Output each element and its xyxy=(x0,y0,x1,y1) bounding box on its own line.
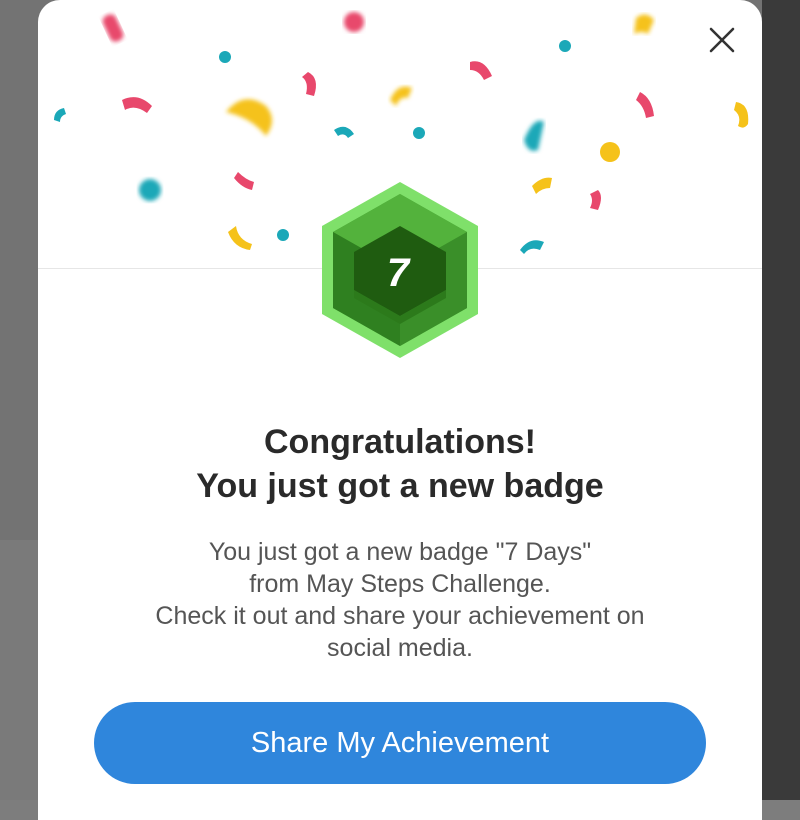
close-icon xyxy=(709,27,735,53)
backdrop-right xyxy=(762,0,800,800)
description-line: You just got a new badge "7 Days" xyxy=(208,538,592,566)
confetti-piece xyxy=(390,86,412,106)
description-line: Check it out and share your achievement … xyxy=(155,602,645,630)
dialog-title: Congratulations! You just got a new badg… xyxy=(38,420,762,508)
share-achievement-button[interactable]: Share My Achievement xyxy=(94,702,706,784)
confetti-piece xyxy=(302,72,316,96)
confetti-piece xyxy=(139,179,161,201)
confetti-piece xyxy=(277,229,289,241)
description-line: from May Steps Challenge. xyxy=(249,570,551,598)
confetti-piece xyxy=(470,61,492,80)
confetti-piece xyxy=(524,120,544,151)
confetti-piece xyxy=(413,127,425,139)
hexagon-badge-icon: 7 xyxy=(322,182,478,358)
confetti-piece xyxy=(734,102,749,128)
confetti-piece xyxy=(600,142,620,162)
confetti-piece xyxy=(54,108,66,122)
confetti-piece xyxy=(636,92,654,118)
confetti-piece xyxy=(590,190,601,210)
close-button[interactable] xyxy=(698,16,746,64)
badge-number: 7 xyxy=(387,251,411,295)
confetti-piece xyxy=(634,14,654,34)
confetti-piece xyxy=(226,99,272,136)
confetti-piece xyxy=(520,240,544,254)
confetti-piece xyxy=(532,177,552,194)
confetti-piece xyxy=(334,126,354,138)
confetti-piece xyxy=(228,226,252,250)
title-line-1: Congratulations! xyxy=(264,423,536,461)
description-line: social media. xyxy=(327,634,473,662)
confetti-piece xyxy=(344,12,364,32)
confetti-piece xyxy=(559,40,571,52)
confetti-piece xyxy=(234,172,254,190)
title-line-2: You just got a new badge xyxy=(196,467,604,505)
achievement-dialog: 7 Congratulations! You just got a new ba… xyxy=(38,0,762,820)
confetti-piece xyxy=(102,14,124,42)
confetti-piece xyxy=(122,97,152,113)
confetti-piece xyxy=(219,51,231,63)
dialog-description: You just got a new badge "7 Days" from M… xyxy=(78,536,722,664)
